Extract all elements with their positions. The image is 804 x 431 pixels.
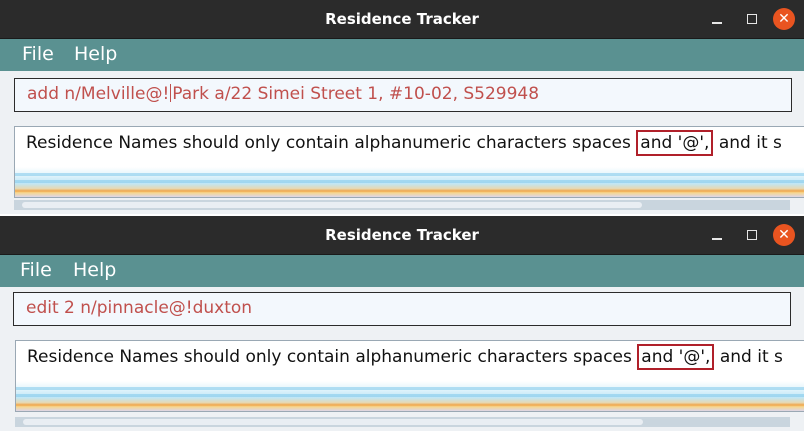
result-display: Residence Names should only contain alph…	[15, 340, 804, 412]
minimize-icon[interactable]	[707, 225, 727, 245]
maximize-icon[interactable]	[742, 225, 762, 245]
app-window-2: Residence Tracker ✕ File Help edit 2 n/p…	[0, 216, 804, 431]
maximize-icon[interactable]	[742, 9, 762, 29]
title-bar[interactable]: Residence Tracker ✕	[0, 0, 804, 39]
window-title: Residence Tracker	[325, 10, 479, 28]
result-text-end: and it s	[714, 347, 783, 367]
result-text-start: Residence Names should only contain alph…	[27, 347, 638, 367]
command-input[interactable]: add n/Melville@! Park a/22 Simei Street 1…	[14, 78, 792, 112]
result-text-start: Residence Names should only contain alph…	[26, 133, 637, 153]
minimize-icon[interactable]	[707, 9, 727, 29]
menu-help[interactable]: Help	[73, 259, 116, 281]
title-bar[interactable]: Residence Tracker ✕	[0, 216, 804, 255]
command-text: add n/Melville@! Park a/22 Simei Street 1…	[27, 84, 539, 104]
result-text: Residence Names should only contain alph…	[26, 130, 782, 156]
horizontal-scrollbar[interactable]	[15, 417, 790, 427]
result-text-end: and it s	[713, 133, 782, 153]
result-display: Residence Names should only contain alph…	[14, 126, 804, 198]
command-text-after-caret: Park a/22 Simei Street 1, #10-02, S52994…	[172, 84, 540, 104]
close-icon[interactable]: ✕	[773, 224, 795, 246]
highlighted-phrase: and '@',	[637, 344, 715, 370]
menu-bar: File Help	[0, 39, 804, 71]
command-text: edit 2 n/pinnacle@!duxton	[26, 298, 252, 318]
highlighted-phrase: and '@',	[636, 130, 714, 156]
scrollbar-thumb[interactable]	[23, 419, 643, 425]
menu-help[interactable]: Help	[74, 43, 117, 65]
horizontal-scrollbar[interactable]	[14, 200, 790, 210]
window-title: Residence Tracker	[325, 226, 479, 244]
close-icon[interactable]: ✕	[773, 8, 795, 30]
result-text: Residence Names should only contain alph…	[27, 344, 783, 370]
command-text-before-caret: add n/Melville@!	[27, 84, 170, 104]
command-text-before-caret: edit 2 n/pinnacle@!duxton	[26, 298, 253, 318]
menu-bar: File Help	[0, 255, 804, 287]
menu-file[interactable]: File	[22, 43, 54, 65]
app-window-1: Residence Tracker ✕ File Help add n/Melv…	[0, 0, 804, 214]
menu-file[interactable]: File	[20, 259, 52, 281]
wave-background	[16, 381, 804, 411]
scrollbar-thumb[interactable]	[22, 202, 642, 208]
command-input[interactable]: edit 2 n/pinnacle@!duxton	[13, 292, 791, 326]
wave-background	[15, 167, 804, 197]
